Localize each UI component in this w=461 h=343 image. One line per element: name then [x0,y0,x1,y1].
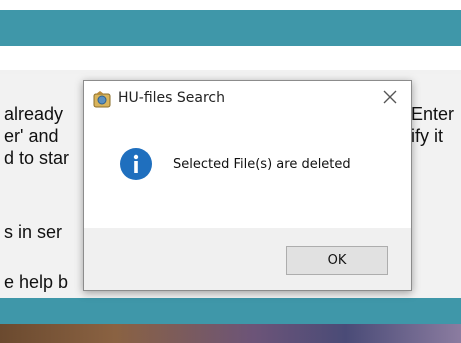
dialog-footer: OK [84,228,411,290]
close-icon[interactable] [381,89,399,107]
app-header-bar [0,10,461,46]
dialog-content: Selected File(s) are deleted [84,119,411,228]
info-icon [119,147,153,181]
dialog-message: Selected File(s) are deleted [173,157,351,172]
background-text-line: already [4,104,64,124]
dialog-titlebar[interactable]: HU-files Search [84,81,411,119]
background-text-line: er' and [4,126,59,146]
message-dialog: HU-files Search Selected File(s) are del… [83,80,412,291]
background-text-line: Enter [411,104,455,124]
ok-button[interactable]: OK [286,246,388,275]
background-text-line: e help b [4,272,69,292]
app-footer-bar [0,298,461,324]
background-text-line: d to star [4,148,70,168]
background-text-line: s in ser [4,222,63,242]
background-photo [0,324,461,343]
hu-files-app-icon [92,90,112,110]
background-text-line: ify it [411,126,444,146]
dialog-title: HU-files Search [118,90,225,106]
